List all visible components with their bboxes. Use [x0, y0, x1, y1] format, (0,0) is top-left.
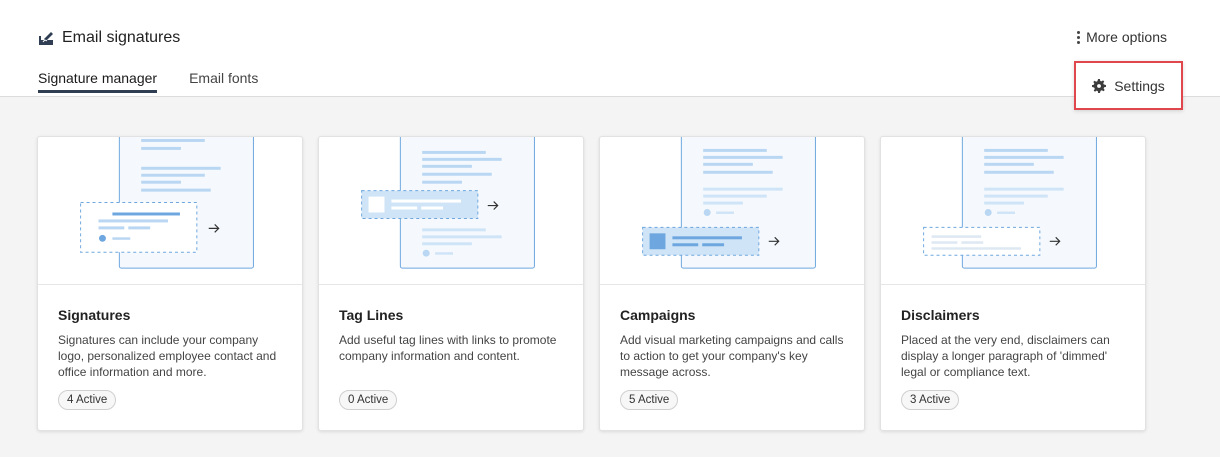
tab-email-fonts[interactable]: Email fonts: [189, 70, 258, 93]
tag-lines-card[interactable]: Tag Lines Add useful tag lines with link…: [318, 136, 584, 431]
card-title: Tag Lines: [339, 307, 404, 323]
gear-icon: [1092, 78, 1107, 93]
disclaimers-card[interactable]: Disclaimers Placed at the very end, disc…: [880, 136, 1146, 431]
active-count-badge: 5 Active: [620, 390, 679, 410]
page-title: Email signatures: [62, 29, 181, 46]
settings-label: Settings: [1114, 77, 1165, 94]
tab-signature-manager[interactable]: Signature manager: [38, 70, 158, 93]
card-description: Add useful tag lines with links to promo…: [339, 333, 557, 363]
card-title: Disclaimers: [901, 307, 980, 323]
campaigns-illustration: [600, 137, 864, 285]
tag-lines-illustration: [319, 137, 583, 285]
signature-pen-icon: [39, 32, 53, 45]
card-description: Add visual marketing campaigns and calls…: [620, 333, 844, 379]
tab-bar: Signature manager Email fonts: [38, 70, 258, 93]
more-options-label: More options: [1086, 29, 1167, 45]
active-count-badge: 3 Active: [901, 390, 960, 410]
signatures-illustration: [38, 137, 302, 285]
card-title: Campaigns: [620, 307, 696, 323]
signatures-card[interactable]: Signatures Signatures can include your c…: [37, 136, 303, 431]
feature-cards: Signatures Signatures can include your c…: [37, 136, 1146, 431]
card-description: Signatures can include your company logo…: [58, 333, 277, 379]
active-count-badge: 4 Active: [58, 390, 117, 410]
more-options-button[interactable]: More options: [1076, 29, 1167, 45]
header-bar: Email signatures Signature manager Email…: [0, 0, 1220, 97]
card-title: Signatures: [58, 307, 131, 323]
page-title-group: Email signatures: [38, 29, 180, 47]
card-description: Placed at the very end, disclaimers can …: [901, 333, 1110, 379]
campaigns-card[interactable]: Campaigns Add visual marketing campaigns…: [599, 136, 865, 431]
disclaimers-illustration: [881, 137, 1145, 285]
settings-button[interactable]: Settings: [1074, 61, 1183, 110]
active-count-badge: 0 Active: [339, 390, 398, 410]
kebab-menu-icon: [1076, 30, 1080, 44]
